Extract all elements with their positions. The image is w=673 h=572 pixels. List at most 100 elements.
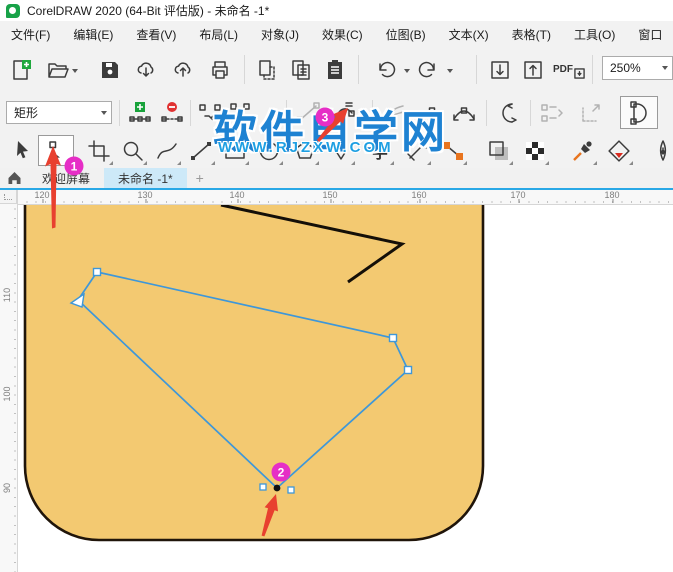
publish-pdf-button[interactable]: PDF [552,56,586,84]
ruler-ticks [14,190,16,572]
ruler-label: 170 [510,190,526,203]
menu-effects[interactable]: 效果(C) [322,26,363,43]
curve-node[interactable] [92,267,102,277]
ruler-origin-corner[interactable] [0,190,17,204]
toolbox: 字 [0,134,673,169]
propbar-separator [119,100,120,126]
open-button[interactable] [44,56,72,84]
outline-pen-tool[interactable] [648,136,673,166]
stretch-nodes-button[interactable] [578,99,606,127]
menu-tools[interactable]: 工具(O) [574,26,615,43]
ruler-label: 110 [2,287,12,303]
save-to-cloud-button[interactable] [169,56,197,84]
reverse-direction-button[interactable] [494,99,522,127]
menu-edit[interactable]: 编辑(E) [73,26,113,43]
menu-view[interactable]: 查看(V) [136,26,176,43]
smooth-node-button[interactable] [418,99,446,127]
drop-shadow-tool[interactable] [484,136,514,166]
color-eyedropper-tool[interactable] [568,136,598,166]
selected-node[interactable] [273,484,281,492]
shape-preset-value: 矩形 [14,106,39,120]
common-shapes-tool[interactable] [326,136,356,166]
toolbar-separator [244,55,245,84]
rectangle-tool[interactable] [220,136,250,166]
ruler-label: 160 [411,190,427,203]
open-from-cloud-button[interactable] [132,56,160,84]
standard-toolbar: PDF 250% [0,47,673,93]
join-nodes-button[interactable] [196,99,224,127]
curve-node[interactable] [403,365,413,375]
drawing-canvas[interactable] [0,190,673,572]
home-tab[interactable] [0,168,28,188]
menu-table[interactable]: 表格(T) [512,26,551,43]
new-document-tab-button[interactable]: + [187,168,213,188]
node-control-handle[interactable] [287,486,295,494]
undo-button[interactable] [372,56,400,84]
interactive-fill-tool[interactable] [604,136,634,166]
symmetrical-node-button[interactable] [450,99,478,127]
extract-subpath-button[interactable] [538,99,566,127]
redo-button[interactable] [414,56,442,84]
ruler-label: 150 [322,190,338,203]
shape-tool[interactable] [38,135,74,166]
menu-object[interactable]: 对象(J) [261,26,299,43]
delete-node-button[interactable] [158,99,186,127]
ruler-label: 140 [229,190,245,203]
tab-welcome-screen[interactable]: 欢迎屏幕 [28,168,104,188]
shape-preset-combo[interactable]: 矩形 [6,101,112,124]
close-curve-button[interactable] [620,96,658,129]
transparency-tool[interactable] [520,136,550,166]
propbar-separator [530,100,531,126]
ruler-label: 130 [137,190,153,203]
menu-layout[interactable]: 布局(L) [199,26,238,43]
ruler-ticks [17,201,673,203]
save-button[interactable] [96,56,124,84]
print-button[interactable] [206,56,234,84]
text-tool[interactable]: 字 [365,136,395,166]
tab-untitled-document[interactable]: 未命名 -1* [104,168,187,188]
convert-to-line-button[interactable] [294,99,322,127]
zoom-tool[interactable] [118,136,148,166]
add-node-button[interactable] [126,99,154,127]
zoom-level-value: 250% [610,61,641,75]
ruler-label: 120 [34,190,50,203]
two-point-line-tool[interactable] [186,136,216,166]
vertical-ruler[interactable]: 110 100 90 [0,190,18,572]
freehand-tool[interactable] [152,136,182,166]
propbar-separator [486,100,487,126]
cusp-node-button[interactable] [382,99,410,127]
new-document-button[interactable] [7,56,35,84]
document-tab-bar: 欢迎屏幕 未命名 -1* + [0,168,673,188]
copy-button[interactable] [287,56,315,84]
undo-dropdown-caret[interactable] [404,68,410,76]
curve-node[interactable] [388,333,398,343]
connector-tool[interactable] [438,136,468,166]
paste-button[interactable] [321,56,349,84]
pick-tool[interactable] [8,136,38,166]
menu-bitmaps[interactable]: 位图(B) [386,26,426,43]
redo-dropdown-caret[interactable] [447,68,453,76]
open-dropdown-caret[interactable] [72,68,78,76]
menu-window[interactable]: 窗口 [638,26,662,43]
cut-button[interactable] [253,56,281,84]
horizontal-ruler[interactable]: 120 130 140 150 160 170 180 [17,190,673,205]
convert-to-curve-button[interactable] [330,99,358,127]
crop-tool[interactable] [84,136,114,166]
menu-file[interactable]: 文件(F) [11,26,50,43]
node-control-handle[interactable] [259,483,267,491]
polygon-tool[interactable] [290,136,320,166]
zoom-combo-caret[interactable] [662,66,668,73]
dimension-tool[interactable] [402,136,432,166]
export-button[interactable] [519,56,547,84]
toolbar-separator [476,55,477,84]
rounded-rectangle-object[interactable] [23,190,485,542]
menu-text[interactable]: 文本(X) [449,26,489,43]
coreldraw-window: CorelDRAW 2020 (64-Bit 评估版) - 未命名 -1* 文件… [0,0,673,572]
zoom-level-combo[interactable]: 250% [602,56,673,80]
toolbar-separator [358,55,359,84]
propbar-separator [286,100,287,126]
shape-combo-caret[interactable] [101,110,107,118]
ellipse-tool[interactable] [254,136,284,166]
break-curve-button[interactable] [226,99,254,127]
import-button[interactable] [486,56,514,84]
